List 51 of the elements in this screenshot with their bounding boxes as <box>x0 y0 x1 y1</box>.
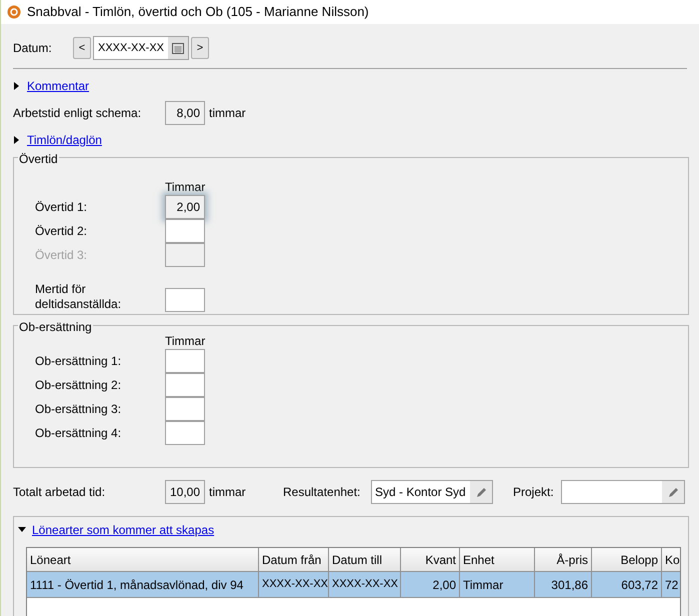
section-link[interactable]: Kommentar <box>27 77 90 95</box>
table-cell: XXXX-XX-XX <box>259 572 329 598</box>
field-label: Ob-ersättning 1: <box>35 353 122 370</box>
table-cell: Timmar <box>460 572 535 598</box>
field-label: Mertid för deltidsanställda: <box>35 282 122 312</box>
column-header: Timmar <box>165 334 206 348</box>
input-field[interactable] <box>165 373 205 397</box>
field-label: Totalt arbetad tid: <box>13 484 106 501</box>
input-field[interactable] <box>165 421 205 445</box>
field-label: Resultatenhet: <box>283 484 362 501</box>
input-field[interactable]: 10,00 <box>165 480 205 504</box>
previous-button[interactable]: < <box>73 37 91 59</box>
table-cell: 1111 - Övertid 1, månadsavlönad, div 94 <box>27 572 259 598</box>
table-row[interactable]: 1111 - Övertid 1, månadsavlönad, div 94 XXXX-XX-XX XXXX-XX-XX 2,00 Timmar 301,86 603,72 72 <box>27 572 680 598</box>
table-cell: XXXX-XX-XX <box>329 572 401 598</box>
result-unit-field[interactable]: Syd - Kontor Syd <box>371 480 493 504</box>
next-button[interactable]: > <box>191 37 209 59</box>
input-field[interactable]: 2,00 <box>165 195 205 219</box>
table-cell: 603,72 <box>592 572 662 598</box>
pencil-icon[interactable] <box>668 486 678 498</box>
field-label: Projekt: <box>513 484 555 501</box>
date-field[interactable]: XXXX-XX-XX <box>93 36 189 60</box>
input-field[interactable] <box>165 288 205 312</box>
field-label: Övertid 1: <box>35 199 88 216</box>
pencil-icon[interactable] <box>476 486 486 498</box>
table-cell: 301,86 <box>535 572 592 598</box>
field-label: Övertid 2: <box>35 223 88 240</box>
input-field[interactable] <box>165 397 205 421</box>
column-header: Timmar <box>165 180 206 194</box>
input-field[interactable]: 8,00 <box>165 101 205 125</box>
input-field[interactable] <box>165 349 205 373</box>
field-label: Ob-ersättning 2: <box>35 377 122 394</box>
unit-label: timmar <box>209 105 246 122</box>
section-link[interactable]: Lönearter som kommer att skapas <box>32 521 214 539</box>
calendar-icon[interactable] <box>172 42 184 54</box>
window-title: Snabbval - Timlön, övertid och Ob (105 - Marianne Nilsson) <box>27 3 369 22</box>
table-cell: 72 <box>662 572 680 598</box>
input-field[interactable] <box>165 219 205 243</box>
unit-label: timmar <box>209 484 247 501</box>
field-label: Arbetstid enligt schema: <box>13 105 142 122</box>
field-label: Övertid 3: <box>35 247 88 264</box>
app-logo-icon <box>7 5 21 19</box>
field-label: Ob-ersättning 3: <box>35 401 122 418</box>
collapsed-triangle-icon[interactable] <box>13 136 21 144</box>
field-label: Datum: <box>13 40 53 57</box>
collapsed-triangle-icon[interactable] <box>13 82 21 90</box>
project-field[interactable] <box>561 480 685 504</box>
expanded-triangle-icon[interactable] <box>18 526 26 534</box>
section-link[interactable]: Timlön/daglön <box>27 131 102 149</box>
table-cell: 2,00 <box>401 572 460 598</box>
field-label: Ob-ersättning 4: <box>35 425 122 442</box>
